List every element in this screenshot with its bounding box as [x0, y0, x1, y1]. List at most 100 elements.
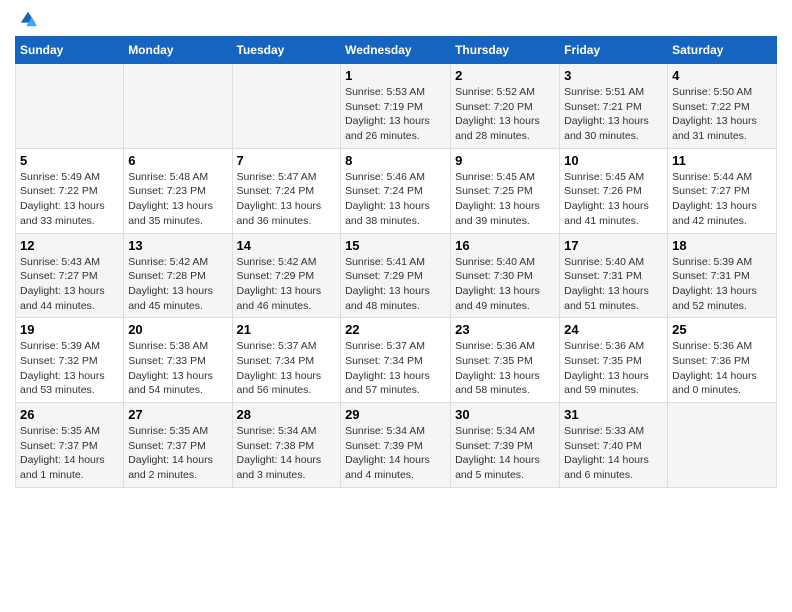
- day-number: 21: [237, 322, 337, 337]
- day-details: Sunrise: 5:46 AMSunset: 7:24 PMDaylight:…: [345, 170, 446, 229]
- day-details: Sunrise: 5:42 AMSunset: 7:29 PMDaylight:…: [237, 255, 337, 314]
- calendar-cell: 28 Sunrise: 5:34 AMSunset: 7:38 PMDayligh…: [232, 403, 341, 488]
- calendar-cell: 17 Sunrise: 5:40 AMSunset: 7:31 PMDayligh…: [560, 233, 668, 318]
- calendar-cell: 31 Sunrise: 5:33 AMSunset: 7:40 PMDayligh…: [560, 403, 668, 488]
- day-number: 25: [672, 322, 772, 337]
- day-details: Sunrise: 5:47 AMSunset: 7:24 PMDaylight:…: [237, 170, 337, 229]
- day-details: Sunrise: 5:53 AMSunset: 7:19 PMDaylight:…: [345, 85, 446, 144]
- day-details: Sunrise: 5:40 AMSunset: 7:31 PMDaylight:…: [564, 255, 663, 314]
- weekday-header-sunday: Sunday: [16, 37, 124, 64]
- day-number: 29: [345, 407, 446, 422]
- calendar-table: SundayMondayTuesdayWednesdayThursdayFrid…: [15, 36, 777, 488]
- day-number: 3: [564, 68, 663, 83]
- day-number: 8: [345, 153, 446, 168]
- calendar-body: 1 Sunrise: 5:53 AMSunset: 7:19 PMDaylight…: [16, 64, 777, 488]
- calendar-cell: 21 Sunrise: 5:37 AMSunset: 7:34 PMDayligh…: [232, 318, 341, 403]
- weekday-header-row: SundayMondayTuesdayWednesdayThursdayFrid…: [16, 37, 777, 64]
- page-header: [15, 10, 777, 28]
- calendar-week-row: 19 Sunrise: 5:39 AMSunset: 7:32 PMDayligh…: [16, 318, 777, 403]
- day-details: Sunrise: 5:34 AMSunset: 7:38 PMDaylight:…: [237, 424, 337, 483]
- day-details: Sunrise: 5:35 AMSunset: 7:37 PMDaylight:…: [128, 424, 227, 483]
- day-number: 4: [672, 68, 772, 83]
- day-number: 15: [345, 238, 446, 253]
- calendar-cell: 4 Sunrise: 5:50 AMSunset: 7:22 PMDaylight…: [668, 64, 777, 149]
- weekday-header-tuesday: Tuesday: [232, 37, 341, 64]
- day-number: 28: [237, 407, 337, 422]
- day-details: Sunrise: 5:36 AMSunset: 7:36 PMDaylight:…: [672, 339, 772, 398]
- day-number: 17: [564, 238, 663, 253]
- calendar-cell: 15Sunrise: 5:41 AMSunset: 7:29 PMDayligh…: [341, 233, 451, 318]
- day-details: Sunrise: 5:37 AMSunset: 7:34 PMDaylight:…: [237, 339, 337, 398]
- calendar-cell: 10 Sunrise: 5:45 AMSunset: 7:26 PMDayligh…: [560, 148, 668, 233]
- day-number: 31: [564, 407, 663, 422]
- day-details: Sunrise: 5:39 AMSunset: 7:32 PMDaylight:…: [20, 339, 119, 398]
- calendar-cell: 30 Sunrise: 5:34 AMSunset: 7:39 PMDayligh…: [451, 403, 560, 488]
- day-number: 11: [672, 153, 772, 168]
- day-details: Sunrise: 5:45 AMSunset: 7:26 PMDaylight:…: [564, 170, 663, 229]
- day-number: 5: [20, 153, 119, 168]
- calendar-cell: 24Sunrise: 5:36 AMSunset: 7:35 PMDayligh…: [560, 318, 668, 403]
- day-details: Sunrise: 5:50 AMSunset: 7:22 PMDaylight:…: [672, 85, 772, 144]
- day-number: 13: [128, 238, 227, 253]
- weekday-header-thursday: Thursday: [451, 37, 560, 64]
- day-details: Sunrise: 5:49 AMSunset: 7:22 PMDaylight:…: [20, 170, 119, 229]
- calendar-cell: 2 Sunrise: 5:52 AMSunset: 7:20 PMDaylight…: [451, 64, 560, 149]
- calendar-cell: 13 Sunrise: 5:42 AMSunset: 7:28 PMDayligh…: [124, 233, 232, 318]
- calendar-cell: 9Sunrise: 5:45 AMSunset: 7:25 PMDaylight…: [451, 148, 560, 233]
- calendar-cell: [16, 64, 124, 149]
- day-details: Sunrise: 5:45 AMSunset: 7:25 PMDaylight:…: [455, 170, 555, 229]
- calendar-cell: 26 Sunrise: 5:35 AMSunset: 7:37 PMDayligh…: [16, 403, 124, 488]
- calendar-week-row: 12Sunrise: 5:43 AMSunset: 7:27 PMDayligh…: [16, 233, 777, 318]
- calendar-cell: 8 Sunrise: 5:46 AMSunset: 7:24 PMDaylight…: [341, 148, 451, 233]
- day-number: 19: [20, 322, 119, 337]
- weekday-header-saturday: Saturday: [668, 37, 777, 64]
- day-number: 16: [455, 238, 555, 253]
- day-details: Sunrise: 5:52 AMSunset: 7:20 PMDaylight:…: [455, 85, 555, 144]
- day-number: 26: [20, 407, 119, 422]
- calendar-week-row: 1 Sunrise: 5:53 AMSunset: 7:19 PMDaylight…: [16, 64, 777, 149]
- calendar-cell: 23 Sunrise: 5:36 AMSunset: 7:35 PMDayligh…: [451, 318, 560, 403]
- calendar-cell: 19 Sunrise: 5:39 AMSunset: 7:32 PMDayligh…: [16, 318, 124, 403]
- day-details: Sunrise: 5:42 AMSunset: 7:28 PMDaylight:…: [128, 255, 227, 314]
- day-details: Sunrise: 5:44 AMSunset: 7:27 PMDaylight:…: [672, 170, 772, 229]
- day-number: 22: [345, 322, 446, 337]
- day-details: Sunrise: 5:37 AMSunset: 7:34 PMDaylight:…: [345, 339, 446, 398]
- calendar-cell: [124, 64, 232, 149]
- day-number: 24: [564, 322, 663, 337]
- calendar-header: SundayMondayTuesdayWednesdayThursdayFrid…: [16, 37, 777, 64]
- day-details: Sunrise: 5:51 AMSunset: 7:21 PMDaylight:…: [564, 85, 663, 144]
- day-details: Sunrise: 5:35 AMSunset: 7:37 PMDaylight:…: [20, 424, 119, 483]
- calendar-cell: 7 Sunrise: 5:47 AMSunset: 7:24 PMDaylight…: [232, 148, 341, 233]
- calendar-cell: [232, 64, 341, 149]
- logo-icon: [19, 10, 37, 28]
- day-details: Sunrise: 5:38 AMSunset: 7:33 PMDaylight:…: [128, 339, 227, 398]
- day-details: Sunrise: 5:40 AMSunset: 7:30 PMDaylight:…: [455, 255, 555, 314]
- day-details: Sunrise: 5:34 AMSunset: 7:39 PMDaylight:…: [455, 424, 555, 483]
- day-number: 7: [237, 153, 337, 168]
- day-number: 10: [564, 153, 663, 168]
- day-number: 30: [455, 407, 555, 422]
- calendar-week-row: 26 Sunrise: 5:35 AMSunset: 7:37 PMDayligh…: [16, 403, 777, 488]
- day-number: 27: [128, 407, 227, 422]
- day-number: 14: [237, 238, 337, 253]
- weekday-header-friday: Friday: [560, 37, 668, 64]
- logo: [15, 10, 37, 28]
- day-details: Sunrise: 5:33 AMSunset: 7:40 PMDaylight:…: [564, 424, 663, 483]
- calendar-cell: 29Sunrise: 5:34 AMSunset: 7:39 PMDayligh…: [341, 403, 451, 488]
- weekday-header-wednesday: Wednesday: [341, 37, 451, 64]
- day-details: Sunrise: 5:36 AMSunset: 7:35 PMDaylight:…: [455, 339, 555, 398]
- day-number: 23: [455, 322, 555, 337]
- calendar-cell: 11 Sunrise: 5:44 AMSunset: 7:27 PMDayligh…: [668, 148, 777, 233]
- day-number: 18: [672, 238, 772, 253]
- calendar-cell: 22 Sunrise: 5:37 AMSunset: 7:34 PMDayligh…: [341, 318, 451, 403]
- calendar-cell: 5 Sunrise: 5:49 AMSunset: 7:22 PMDaylight…: [16, 148, 124, 233]
- weekday-header-monday: Monday: [124, 37, 232, 64]
- calendar-cell: 20Sunrise: 5:38 AMSunset: 7:33 PMDayligh…: [124, 318, 232, 403]
- day-details: Sunrise: 5:48 AMSunset: 7:23 PMDaylight:…: [128, 170, 227, 229]
- calendar-cell: 6 Sunrise: 5:48 AMSunset: 7:23 PMDaylight…: [124, 148, 232, 233]
- day-number: 6: [128, 153, 227, 168]
- day-number: 1: [345, 68, 446, 83]
- calendar-cell: 25 Sunrise: 5:36 AMSunset: 7:36 PMDayligh…: [668, 318, 777, 403]
- day-number: 2: [455, 68, 555, 83]
- day-details: Sunrise: 5:39 AMSunset: 7:31 PMDaylight:…: [672, 255, 772, 314]
